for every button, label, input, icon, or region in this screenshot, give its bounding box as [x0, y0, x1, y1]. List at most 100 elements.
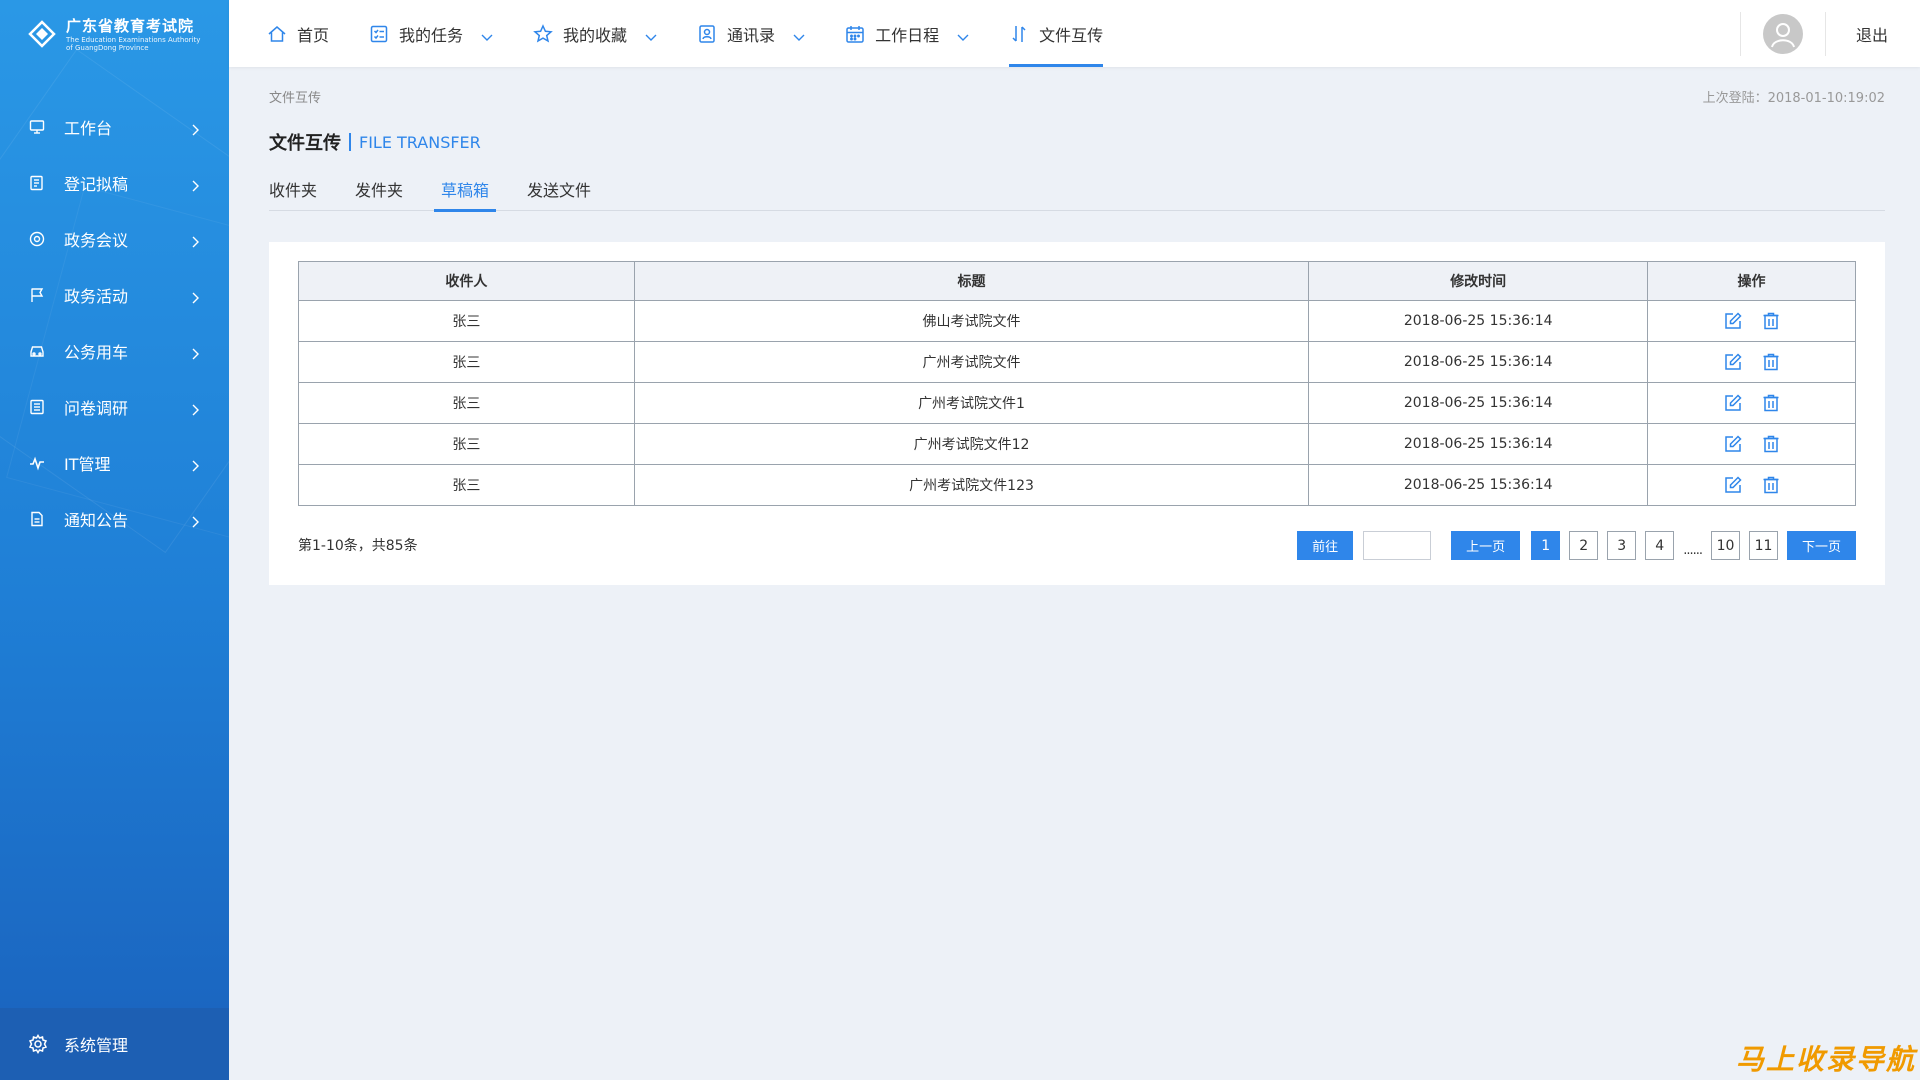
notice-icon [28, 510, 46, 528]
drafts-card: 收件人 标题 修改时间 操作 张三 佛山考试院文件 2018-06-25 15:… [269, 242, 1885, 585]
cell-recipient: 张三 [298, 300, 635, 342]
cell-title: 广州考试院文件1 [633, 382, 1310, 424]
chevron-down-icon [793, 28, 805, 41]
page-number-button[interactable]: 2 [1569, 531, 1599, 560]
transfer-icon [1009, 24, 1029, 44]
divider [1739, 11, 1741, 56]
sidebar-item-activities[interactable]: 政务活动 [0, 267, 229, 323]
sidebar-item-drafting[interactable]: 登记拟稿 [0, 155, 229, 211]
task-icon [369, 24, 389, 44]
edit-icon[interactable] [1723, 352, 1743, 372]
table-row: 张三 广州考试院文件 2018-06-25 15:36:14 [298, 341, 1856, 383]
table-row: 张三 佛山考试院文件 2018-06-25 15:36:14 [298, 300, 1856, 342]
next-page-button[interactable]: 下一页 [1786, 531, 1856, 560]
sidebar-item-label: 政务会议 [64, 231, 129, 250]
cell-actions [1647, 300, 1856, 342]
tab-my-tasks[interactable]: 我的任务 [369, 0, 493, 67]
tab-outbox[interactable]: 发件夹 [355, 177, 403, 211]
chevron-right-icon [189, 401, 201, 416]
tab-send-file[interactable]: 发送文件 [527, 177, 591, 211]
chevron-down-icon [957, 28, 969, 41]
page-title: 文件互传 FILE TRANSFER [269, 129, 481, 155]
cell-title: 广州考试院文件 [633, 341, 1310, 383]
trash-icon[interactable] [1761, 352, 1781, 372]
prev-page-button[interactable]: 上一页 [1451, 531, 1521, 560]
page-number-button[interactable]: 1 [1531, 531, 1561, 560]
tab-contacts[interactable]: 通讯录 [697, 0, 805, 67]
cell-actions [1647, 382, 1856, 424]
survey-icon [28, 398, 46, 416]
tab-inbox[interactable]: 收件夹 [269, 177, 317, 211]
cell-recipient: 张三 [298, 423, 635, 465]
sidebar-item-label: 公务用车 [64, 343, 129, 362]
page-title-cn: 文件互传 [269, 133, 341, 154]
chevron-right-icon [189, 121, 201, 136]
tab-home[interactable]: 首页 [267, 0, 329, 67]
sidebar-item-system[interactable]: 系统管理 [0, 1008, 229, 1080]
tab-file-transfer[interactable]: 文件互传 [1009, 0, 1104, 67]
logo[interactable]: 广东省教育考试院 The Education Examinations Auth… [0, 0, 229, 67]
sidebar-item-survey[interactable]: 问卷调研 [0, 379, 229, 435]
tab-label: 我的收藏 [563, 25, 628, 45]
trash-icon[interactable] [1761, 434, 1781, 454]
page-number-button[interactable]: 4 [1645, 531, 1675, 560]
cell-modified: 2018-06-25 15:36:14 [1308, 464, 1649, 506]
trash-icon[interactable] [1761, 475, 1781, 495]
sidebar: 广东省教育考试院 The Education Examinations Auth… [0, 0, 229, 1080]
cell-modified: 2018-06-25 15:36:14 [1308, 382, 1649, 424]
edit-icon[interactable] [1723, 393, 1743, 413]
cell-recipient: 张三 [298, 464, 635, 506]
cell-title: 广州考试院文件12 [633, 423, 1310, 465]
sidebar-item-meetings[interactable]: 政务会议 [0, 211, 229, 267]
breadcrumb: 文件互传 [269, 91, 322, 106]
flag-icon [28, 286, 46, 304]
car-icon [28, 342, 46, 360]
sidebar-nav: 工作台 登记拟稿 政务会议 政务活动 公务用车 问卷调研 IT管理 通知公告 [0, 99, 229, 547]
logout-button[interactable]: 退出 [1826, 22, 1920, 46]
cell-title: 佛山考试院文件 [633, 300, 1310, 342]
goto-page-input[interactable] [1363, 531, 1432, 560]
title-separator [349, 133, 351, 151]
tab-drafts[interactable]: 草稿箱 [434, 177, 497, 212]
calendar-icon [845, 24, 865, 44]
tab-label: 工作日程 [875, 25, 940, 45]
table-row: 张三 广州考试院文件123 2018-06-25 15:36:14 [298, 464, 1856, 506]
table-header-row: 收件人 标题 修改时间 操作 [298, 261, 1856, 301]
sidebar-item-label: 登记拟稿 [64, 175, 129, 194]
sidebar-item-vehicles[interactable]: 公务用车 [0, 323, 229, 379]
page-number-button[interactable]: 10 [1710, 531, 1740, 560]
trash-icon[interactable] [1761, 311, 1781, 331]
column-header-modified: 修改时间 [1308, 261, 1649, 301]
sidebar-item-label: 政务活动 [64, 287, 129, 306]
star-icon [533, 23, 553, 44]
goto-button[interactable]: 前往 [1297, 531, 1354, 560]
edit-icon[interactable] [1723, 311, 1743, 331]
edit-icon[interactable] [1723, 475, 1743, 495]
sidebar-item-label: 问卷调研 [64, 399, 129, 418]
sidebar-item-it[interactable]: IT管理 [0, 435, 229, 491]
avatar[interactable] [1762, 13, 1803, 54]
gear-icon [28, 1034, 48, 1054]
drafts-table: 收件人 标题 修改时间 操作 张三 佛山考试院文件 2018-06-25 15:… [298, 261, 1856, 506]
cell-recipient: 张三 [298, 382, 635, 424]
org-name-cn: 广东省教育考试院 [66, 17, 195, 35]
chevron-right-icon [189, 289, 201, 304]
network-icon [28, 454, 46, 472]
tab-favorites[interactable]: 我的收藏 [533, 0, 657, 67]
last-login: 上次登陆：2018-01-10:19:02 [1702, 91, 1885, 106]
trash-icon[interactable] [1761, 393, 1781, 413]
column-header-title: 标题 [633, 261, 1310, 301]
chevron-down-icon [481, 28, 493, 41]
watermark: 马上收录导航 [1735, 1043, 1916, 1076]
edit-icon[interactable] [1723, 434, 1743, 454]
page-number-button[interactable]: 11 [1748, 531, 1778, 560]
cell-actions [1647, 341, 1856, 383]
page-number-button[interactable]: 3 [1607, 531, 1637, 560]
chevron-right-icon [189, 345, 201, 360]
cell-actions [1647, 464, 1856, 506]
cell-actions [1647, 423, 1856, 465]
tab-schedule[interactable]: 工作日程 [845, 0, 969, 67]
cell-modified: 2018-06-25 15:36:14 [1308, 341, 1649, 383]
sidebar-item-notices[interactable]: 通知公告 [0, 491, 229, 547]
sidebar-item-workbench[interactable]: 工作台 [0, 99, 229, 155]
